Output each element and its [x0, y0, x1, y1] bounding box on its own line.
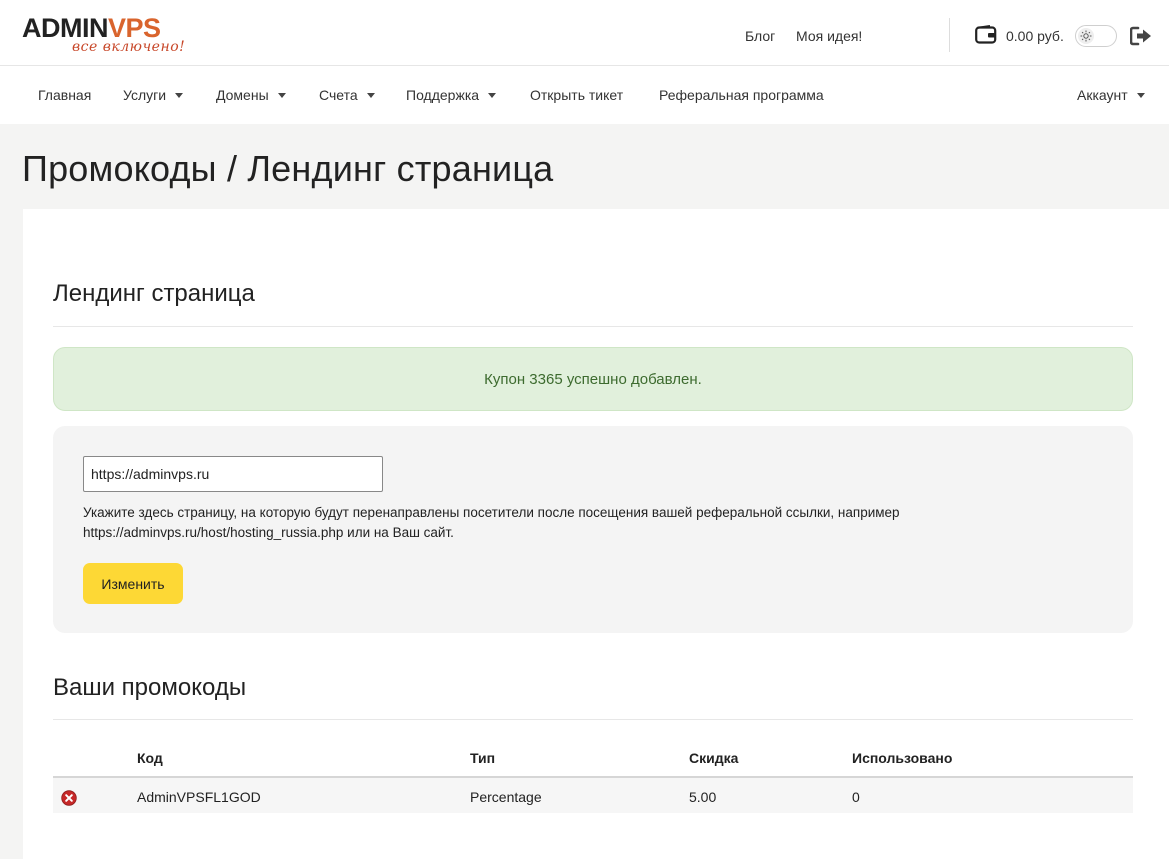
main-nav: Главная Услуги Домены Счета Поддержка От… [0, 66, 1169, 124]
logo-wordmark: ADMINVPS [22, 14, 192, 42]
column-header-used: Использовано [852, 750, 953, 766]
nav-item-services[interactable]: Услуги [123, 87, 184, 103]
nav-item-label: Поддержка [406, 87, 480, 103]
landing-url-input[interactable] [83, 456, 383, 492]
nav-item-label: Открыть тикет [530, 87, 624, 103]
landing-form: Укажите здесь страницу, на которую будут… [53, 426, 1133, 633]
my-idea-link[interactable]: Моя идея! [796, 28, 862, 44]
landing-hint-text: Укажите здесь страницу, на которую будут… [83, 505, 900, 540]
delete-icon[interactable] [61, 790, 77, 806]
nav-item-account[interactable]: Аккаунт [1077, 87, 1145, 103]
nav-item-support[interactable]: Поддержка [406, 87, 497, 103]
caret-down-icon [1136, 93, 1145, 98]
landing-section-title: Лендинг страница [53, 280, 255, 307]
account-balance[interactable]: 0.00 руб. [1006, 28, 1064, 44]
nav-item-invoices[interactable]: Счета [319, 87, 375, 103]
nav-item-label: Реферальная программа [659, 87, 824, 103]
theme-toggle-knob [1078, 28, 1094, 44]
page-title: Промокоды / Лендинг страница [22, 148, 554, 189]
caret-down-icon [366, 93, 375, 98]
table-row: AdminVPSFL1GOD Percentage 5.00 0 [53, 778, 1133, 813]
caret-down-icon [488, 93, 497, 98]
next-section-title-cutoff [53, 848, 113, 859]
success-alert: Купон 3365 успешно добавлен. [53, 347, 1133, 411]
top-header: ADMINVPS все включено! Блог Моя идея! 0.… [0, 0, 1169, 66]
nav-item-domains[interactable]: Домены [216, 87, 286, 103]
caret-down-icon [277, 93, 286, 98]
header-divider [949, 18, 950, 52]
change-button[interactable]: Изменить [83, 563, 183, 604]
section-divider [53, 326, 1133, 327]
wallet-icon[interactable] [975, 25, 997, 44]
logo-tagline: все включено! [72, 39, 186, 55]
promo-type: Percentage [470, 789, 542, 805]
nav-item-referral[interactable]: Реферальная программа [659, 87, 824, 103]
nav-item-home[interactable]: Главная [38, 87, 91, 103]
promo-code: AdminVPSFL1GOD [137, 789, 261, 805]
section-divider [53, 719, 1133, 720]
column-header-type: Тип [470, 750, 496, 766]
caret-down-icon [175, 93, 184, 98]
nav-item-label: Аккаунт [1077, 87, 1128, 103]
promo-used: 0 [852, 789, 860, 805]
nav-item-label: Услуги [123, 87, 167, 103]
blog-link[interactable]: Блог [745, 28, 775, 44]
logout-icon[interactable] [1130, 26, 1152, 46]
nav-item-label: Главная [38, 87, 92, 103]
promo-discount: 5.00 [689, 789, 717, 805]
theme-toggle[interactable] [1075, 25, 1117, 47]
sun-icon [1080, 30, 1092, 42]
nav-item-label: Домены [216, 87, 269, 103]
column-header-code: Код [137, 750, 163, 766]
column-header-discount: Скидка [689, 750, 739, 766]
nav-item-open-ticket[interactable]: Открыть тикет [530, 87, 623, 103]
promocodes-section-title: Ваши промокоды [53, 674, 247, 701]
nav-item-label: Счета [319, 87, 358, 103]
adminvps-logo[interactable]: ADMINVPS все включено! [22, 14, 192, 58]
